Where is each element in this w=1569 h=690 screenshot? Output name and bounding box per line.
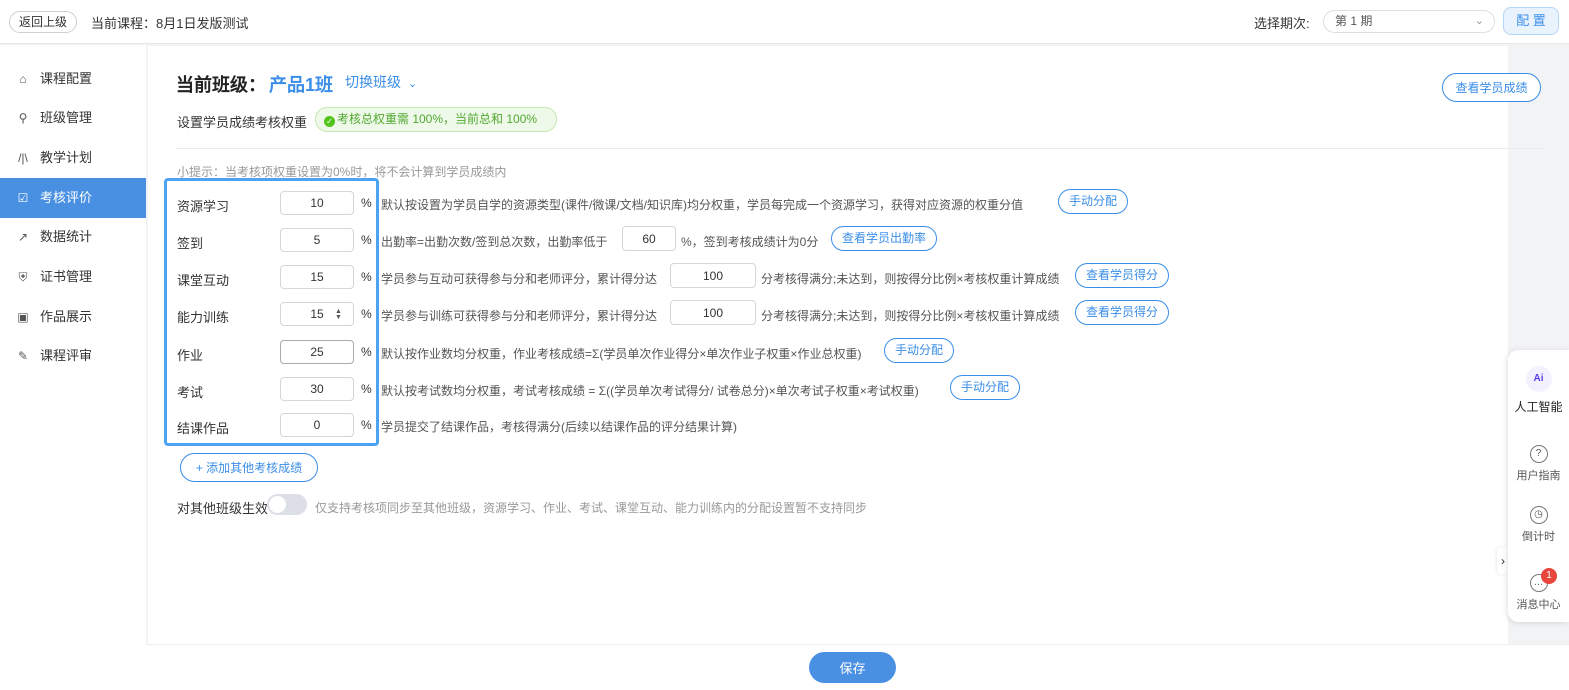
camera-icon: ▣ [17, 310, 29, 324]
add-assessment-button[interactable]: + 添加其他考核成绩 [180, 453, 318, 482]
period-value: 第 1 期 [1335, 14, 1373, 28]
item-description: 出勤率=出勤次数/签到总次数，出勤率低于 [381, 235, 608, 249]
view-student-score-button[interactable]: 查看学员得分 [1075, 300, 1170, 325]
main-panel: 当前班级： 产品1班 切换班级 ⌄ 查看学员成绩 设置学员成绩考核权重 ✓ 考核总… [148, 46, 1543, 644]
class-name: 产品1班 [269, 75, 334, 95]
divider [176, 148, 1543, 149]
manual-assign-button[interactable]: 手动分配 [1058, 189, 1129, 214]
alarm-clock-icon: ◷ [1529, 506, 1548, 524]
apply-note-text: 仅支持考核项同步至其他班级，资源学习、作业、考试、课堂互动、能力训练内的分配设置… [315, 501, 868, 515]
manual-assign-button[interactable]: 手动分配 [884, 338, 955, 363]
sidebar-item-label: 课程评审 [40, 348, 93, 363]
chart-icon: ↗ [17, 230, 29, 244]
toggle-knob [269, 496, 286, 513]
sidebar-item-label: 班级管理 [40, 110, 93, 125]
ai-icon: Ai [1525, 366, 1552, 392]
weight-status-text: 考核总权重需 100%，当前总和 100% [337, 112, 538, 126]
check-circle-icon: ✓ [324, 116, 335, 127]
top-bar: 返回上级 当前课程：8月1日发版测试 选择期次: 第 1 期 ⌄ 配 置 [0, 0, 1569, 44]
item-description-tail: 分考核得满分;未达到，则按得分比例×考核权重计算成绩 [761, 272, 1060, 286]
view-student-score-button[interactable]: 查看学员得分 [1075, 263, 1170, 288]
weight-status-badge: ✓ 考核总权重需 100%，当前总和 100% [315, 107, 558, 132]
home-icon: ⌂ [19, 72, 27, 86]
item-description: 默认按作业数均分权重，作业考核成绩=Σ(学员单次作业得分×单次作业子权重×作业总… [381, 347, 862, 361]
user-guide-label: 用户指南 [1516, 470, 1561, 482]
sidebar-item-label: 课程配置 [40, 71, 93, 86]
ai-label: 人工智能 [1514, 400, 1563, 414]
apply-other-classes-label: 对其他班级生效 [177, 501, 269, 516]
highlight-box [164, 178, 379, 446]
sidebar-item-works[interactable]: ▣ 作品展示 [0, 297, 146, 337]
books-icon: /|\ [18, 151, 28, 165]
checkbox-icon: ☑ [17, 191, 29, 205]
countdown-label: 倒计时 [1522, 531, 1555, 543]
question-icon: ? [1529, 445, 1548, 463]
full-score-input[interactable] [670, 300, 756, 325]
chevron-down-icon: ⌄ [407, 78, 418, 90]
item-description: 学员提交了结课作品，考核得满分(后续以结课作品的评分结果计算) [381, 420, 737, 434]
period-label: 选择期次: [1254, 16, 1310, 31]
weight-setting-label: 设置学员成绩考核权重 [177, 115, 308, 130]
save-button[interactable]: 保存 [809, 652, 896, 683]
manual-assign-button[interactable]: 手动分配 [950, 375, 1021, 400]
sidebar: ⌂ 课程配置 ⚲ 班级管理 /|\ 教学计划 ☑ 考核评价 ↗ 数据统计 ⛨ 证… [0, 45, 146, 690]
sidebar-item-label: 证书管理 [40, 269, 93, 284]
sidebar-item-statistics[interactable]: ↗ 数据统计 [0, 217, 146, 257]
message-count-badge: 1 [1541, 568, 1557, 584]
sidebar-item-label: 作品展示 [40, 309, 93, 324]
sidebar-item-class-management[interactable]: ⚲ 班级管理 [0, 98, 146, 138]
item-description: 学员参与训练可获得参与分和老师评分，累计得分达 [381, 309, 658, 323]
sidebar-item-certificates[interactable]: ⛨ 证书管理 [0, 257, 146, 297]
floating-tool-panel: Ai 人工智能 ? 用户指南 ◷ 倒计时 … 1 消息中心 [1508, 350, 1569, 622]
full-score-input[interactable] [670, 263, 756, 288]
item-description-tail: %，签到考核成绩计为0分 [681, 235, 819, 249]
message-center-button[interactable]: … 1 消息中心 [1508, 568, 1569, 612]
attendance-threshold-input[interactable] [622, 226, 676, 251]
sidebar-item-label: 教学计划 [40, 150, 93, 165]
class-title: 当前班级： [176, 75, 266, 95]
item-description: 学员参与互动可获得参与分和老师评分，累计得分达 [381, 272, 658, 286]
sidebar-item-label: 数据统计 [40, 229, 93, 244]
countdown-button[interactable]: ◷ 倒计时 [1508, 506, 1569, 544]
shield-icon: ⛨ [18, 270, 28, 284]
user-guide-button[interactable]: ? 用户指南 [1508, 445, 1569, 483]
sidebar-item-label: 考核评价 [40, 190, 93, 205]
switch-class-label: 切换班级 [345, 74, 401, 90]
view-attendance-button[interactable]: 查看学员出勤率 [831, 226, 938, 251]
user-icon: ⚲ [18, 111, 28, 125]
sidebar-item-course-review[interactable]: ✎ 课程评审 [0, 336, 146, 376]
period-select[interactable]: 第 1 期 ⌄ [1323, 10, 1495, 33]
chevron-down-icon: ⌄ [1474, 15, 1484, 27]
view-student-scores-button[interactable]: 查看学员成绩 [1442, 73, 1541, 102]
config-button[interactable]: 配 置 [1503, 7, 1559, 35]
item-description-tail: 分考核得满分;未达到，则按得分比例×考核权重计算成绩 [761, 309, 1060, 323]
back-button[interactable]: 返回上级 [9, 11, 78, 33]
sidebar-item-course-config[interactable]: ⌂ 课程配置 [0, 59, 146, 99]
message-center-label: 消息中心 [1516, 599, 1561, 611]
sidebar-item-assessment[interactable]: ☑ 考核评价 [0, 178, 146, 218]
review-icon: ✎ [17, 349, 29, 363]
ai-assistant-button[interactable]: Ai 人工智能 [1508, 366, 1569, 415]
switch-class-dropdown[interactable]: 切换班级 ⌄ [345, 72, 417, 92]
item-description: 默认按考试数均分权重，考试考核成绩 = Σ((学员单次考试得分/ 试卷总分)×单… [381, 384, 919, 398]
current-course-label: 当前课程：8月1日发版测试 [91, 16, 249, 31]
sidebar-item-teaching-plan[interactable]: /|\ 教学计划 [0, 138, 146, 178]
apply-other-classes-toggle[interactable] [267, 494, 307, 515]
item-description: 默认按设置为学员自学的资源类型(课件/微课/文档/知识库)均分权重，学员每完成一… [381, 198, 1023, 212]
